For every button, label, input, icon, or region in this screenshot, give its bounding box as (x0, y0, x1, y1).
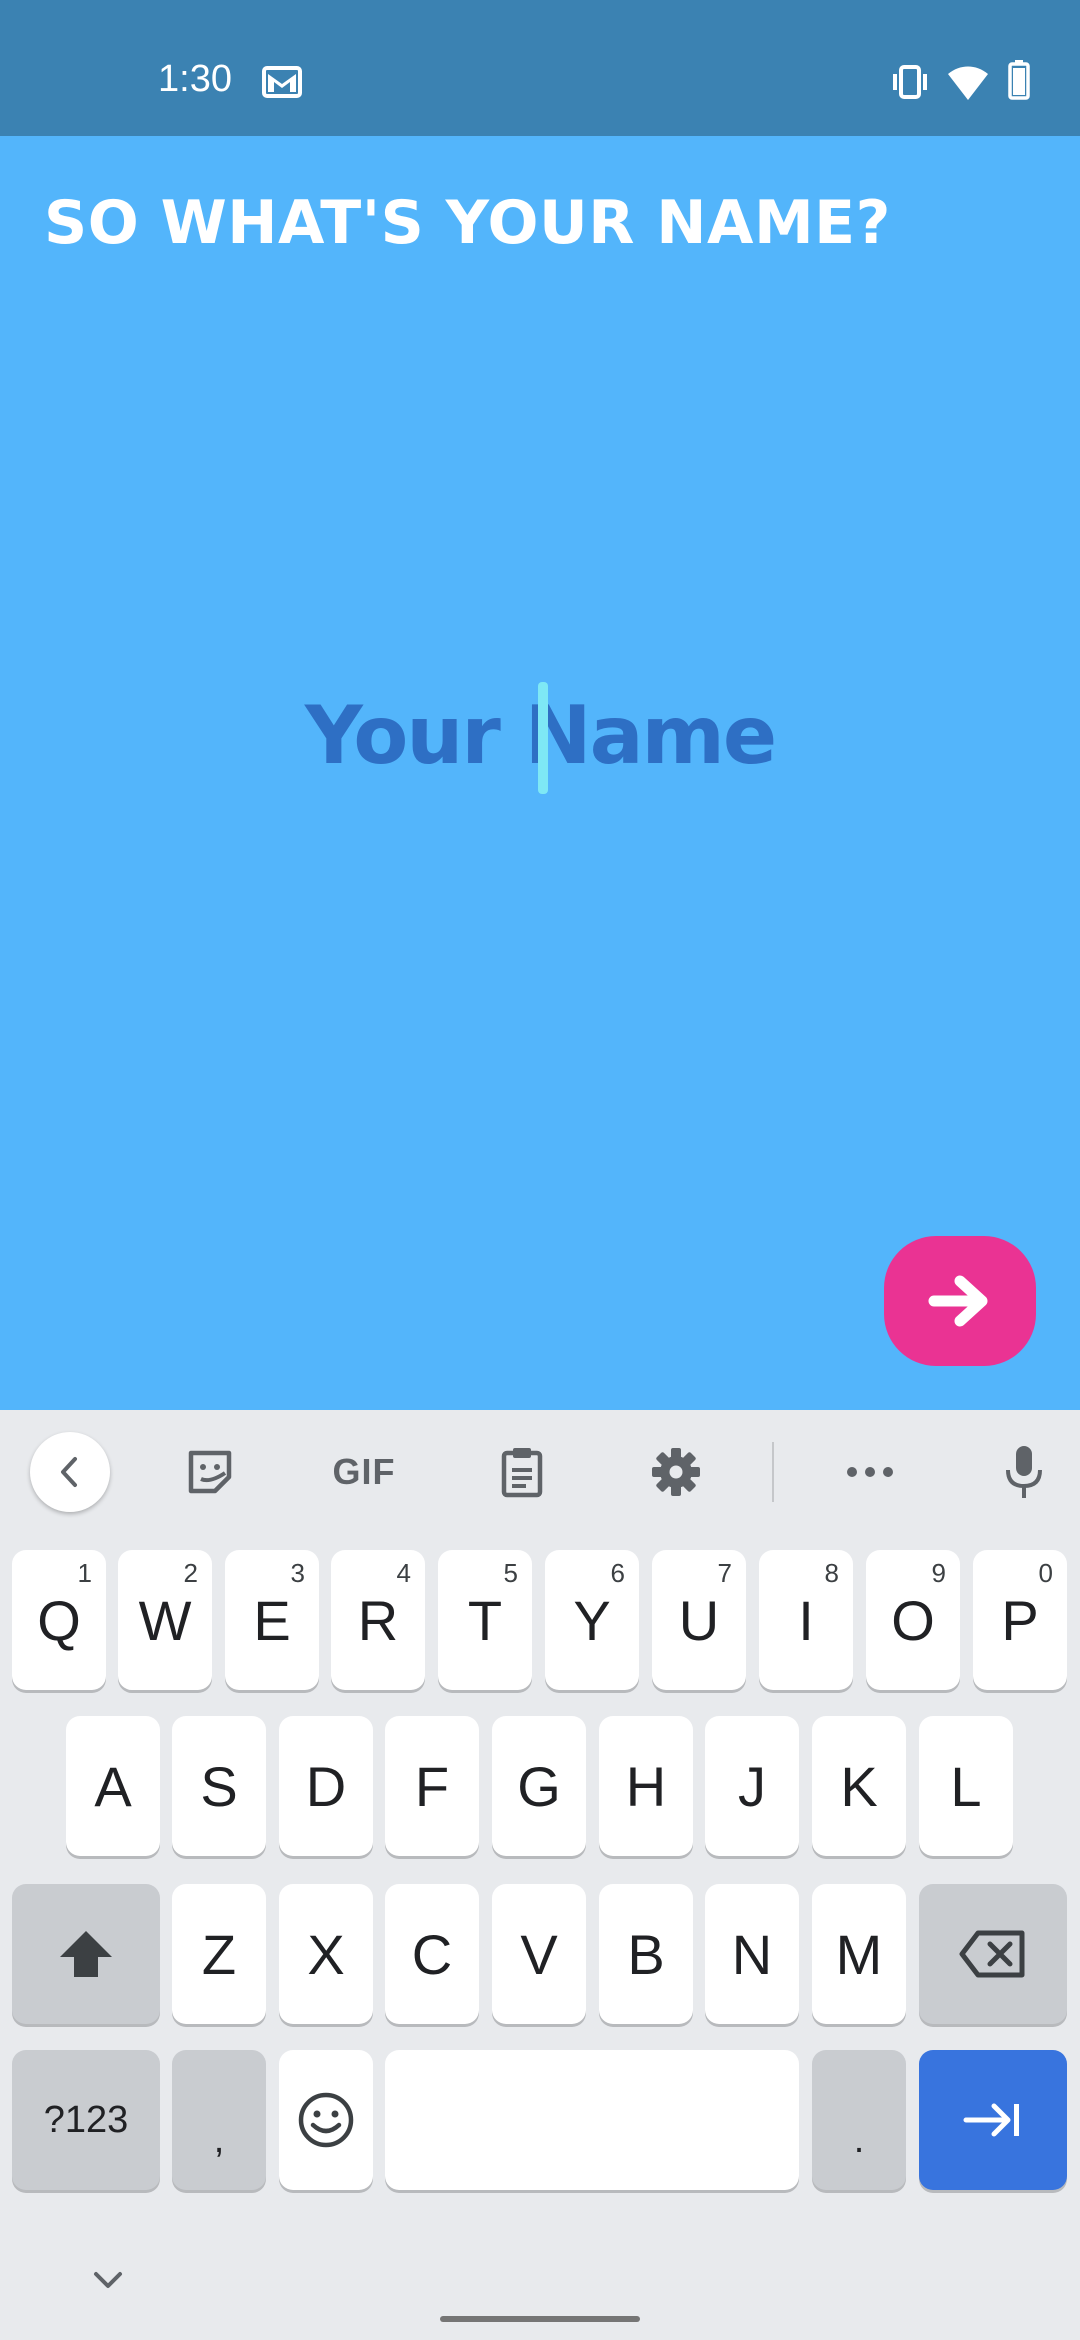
key-b[interactable]: B (599, 1884, 693, 2024)
text-cursor (538, 682, 548, 794)
next-button[interactable] (884, 1236, 1036, 1366)
key-m[interactable]: M (812, 1884, 906, 2024)
key-d[interactable]: D (279, 1716, 373, 1856)
back-button[interactable] (30, 1432, 110, 1512)
key-v[interactable]: V (492, 1884, 586, 2024)
shift-key[interactable] (12, 1884, 160, 2024)
hide-keyboard-icon[interactable] (88, 2266, 128, 2296)
key-n[interactable]: N (705, 1884, 799, 2024)
home-indicator[interactable] (440, 2316, 640, 2322)
keyboard: GIF Q 1 W 2 E 3 R 4 T 5 Y 6 U 7 I 8 O 9 … (0, 1410, 1080, 2340)
shift-icon (60, 1931, 112, 1977)
microphone-button[interactable] (984, 1432, 1064, 1512)
key-x[interactable]: X (279, 1884, 373, 2024)
battery-icon (1008, 60, 1030, 100)
status-bar: 1:30 (0, 0, 1080, 136)
key-z[interactable]: Z (172, 1884, 266, 2024)
microphone-icon (1006, 1446, 1042, 1498)
clipboard-icon (501, 1448, 543, 1498)
settings-icon (652, 1448, 700, 1496)
arrow-right-icon (928, 1275, 988, 1327)
key-a[interactable]: A (66, 1716, 160, 1856)
key-q[interactable]: Q 1 (12, 1550, 106, 1690)
key-l[interactable]: L (919, 1716, 1013, 1856)
key-r[interactable]: R 4 (331, 1550, 425, 1690)
space-key[interactable] (385, 2050, 799, 2190)
key-p[interactable]: P 0 (973, 1550, 1067, 1690)
keyboard-toolbar: GIF (0, 1410, 1080, 1540)
key-g[interactable]: G (492, 1716, 586, 1856)
key-f[interactable]: F (385, 1716, 479, 1856)
key-c[interactable]: C (385, 1884, 479, 2024)
key-y[interactable]: Y 6 (545, 1550, 639, 1690)
vibrate-icon (893, 65, 927, 99)
tab-arrow-icon (963, 2103, 1019, 2137)
status-time: 1:30 (158, 58, 232, 100)
key-w[interactable]: W 2 (118, 1550, 212, 1690)
settings-button[interactable] (636, 1432, 716, 1512)
gif-button[interactable]: GIF (324, 1432, 404, 1512)
backspace-icon (959, 1930, 1025, 1978)
key-s[interactable]: S (172, 1716, 266, 1856)
emoji-icon (298, 2092, 354, 2148)
key-j[interactable]: J (705, 1716, 799, 1856)
name-input[interactable]: Your Name (240, 676, 840, 796)
wifi-icon (948, 66, 988, 100)
key-k[interactable]: K (812, 1716, 906, 1856)
toolbar-divider (772, 1442, 774, 1502)
key-u[interactable]: U 7 (652, 1550, 746, 1690)
gmail-icon (262, 66, 302, 98)
key-i[interactable]: I 8 (759, 1550, 853, 1690)
name-entry-screen: SO WHAT'S YOUR NAME? Your Name (0, 136, 1080, 1410)
key-t[interactable]: T 5 (438, 1550, 532, 1690)
sticker-icon (188, 1450, 232, 1494)
key-h[interactable]: H (599, 1716, 693, 1856)
period-key[interactable]: . (812, 2050, 906, 2190)
more-icon (847, 1467, 893, 1477)
backspace-key[interactable] (919, 1884, 1067, 2024)
back-icon (61, 1457, 77, 1487)
key-o[interactable]: O 9 (866, 1550, 960, 1690)
symbols-key[interactable]: ?123 (12, 2050, 160, 2190)
emoji-key[interactable] (279, 2050, 373, 2190)
more-button[interactable] (830, 1432, 910, 1512)
sticker-button[interactable] (170, 1432, 250, 1512)
next-field-key[interactable] (919, 2050, 1067, 2190)
page-title: SO WHAT'S YOUR NAME? (44, 188, 891, 258)
comma-key[interactable]: , (172, 2050, 266, 2190)
key-e[interactable]: E 3 (225, 1550, 319, 1690)
clipboard-button[interactable] (482, 1432, 562, 1512)
